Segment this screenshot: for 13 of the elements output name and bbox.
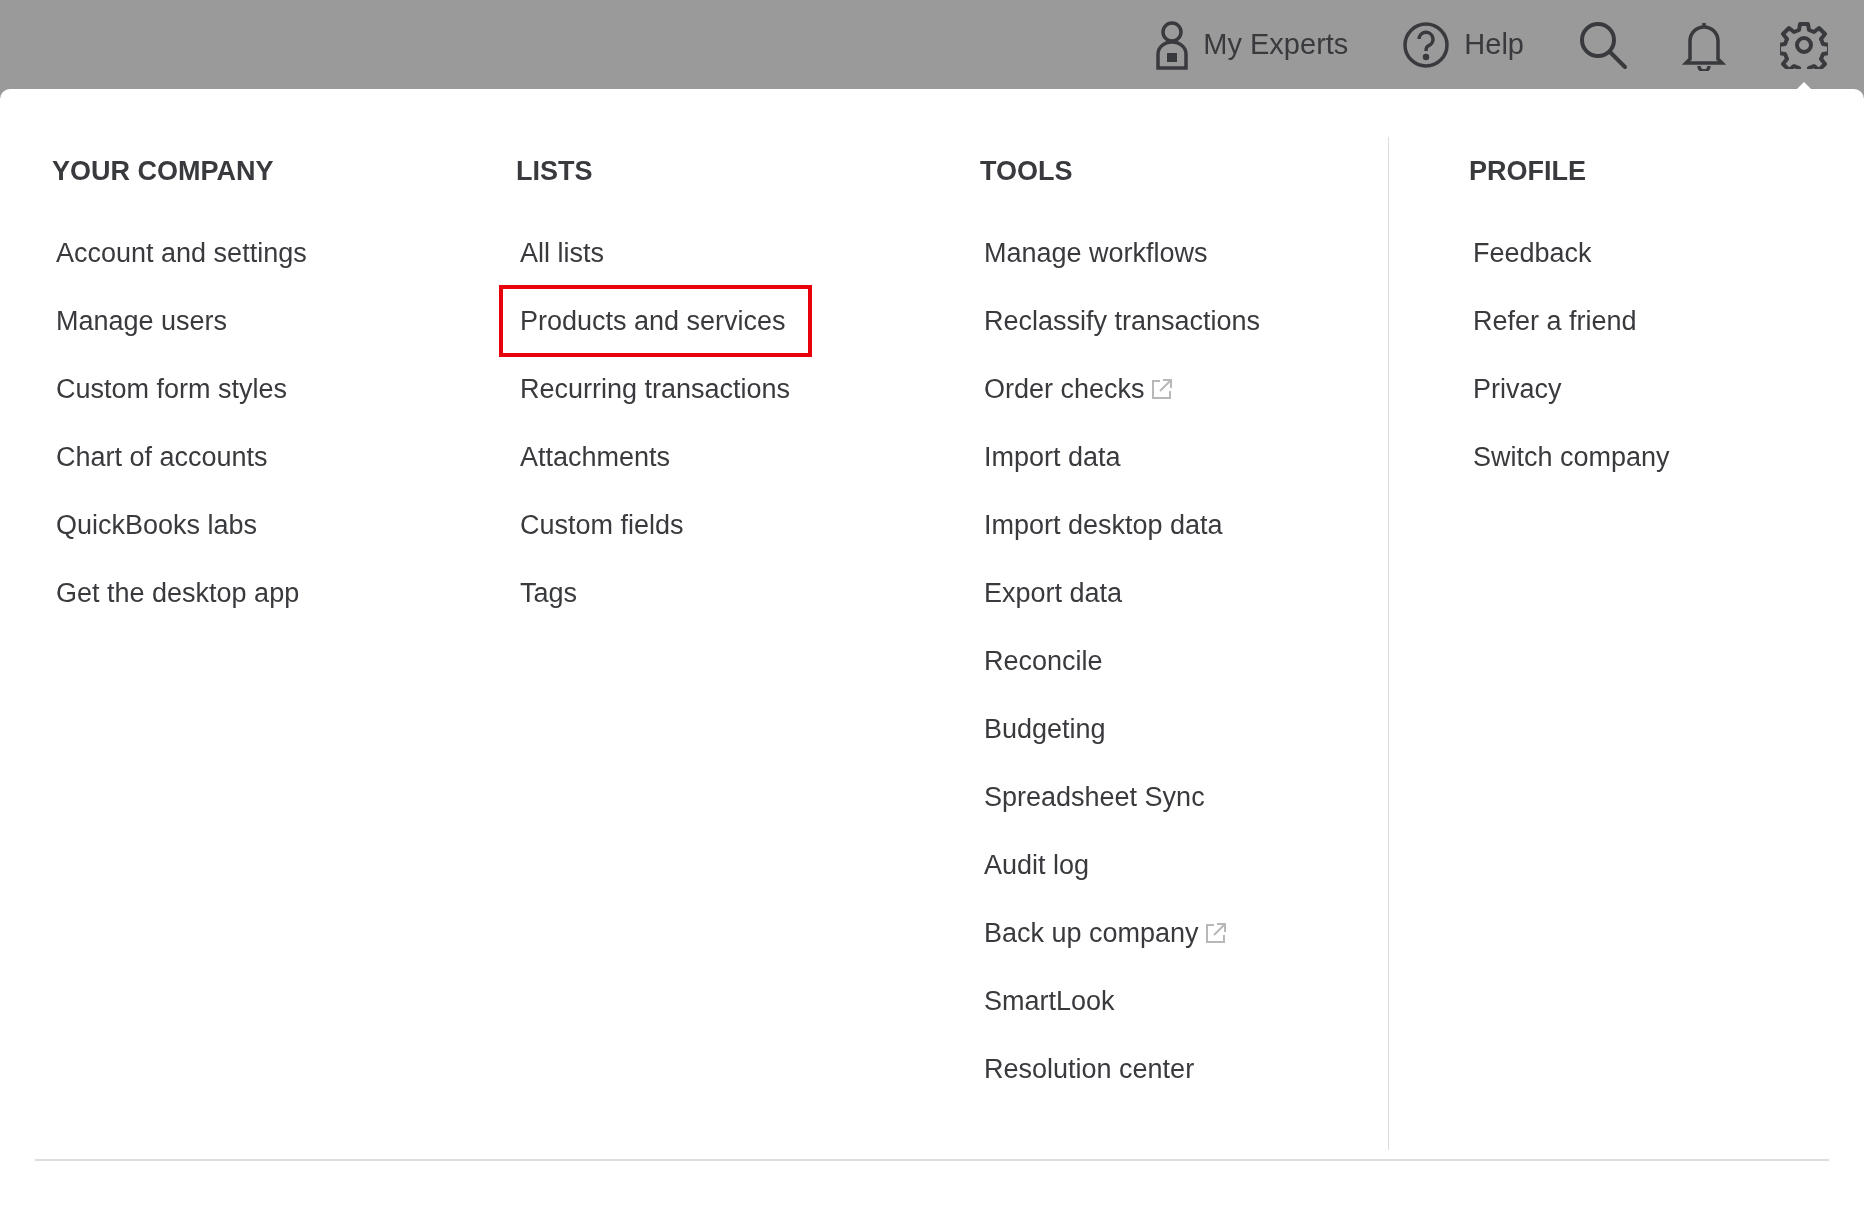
external-link-icon — [1150, 378, 1173, 400]
experts-link[interactable]: My Experts — [1155, 14, 1349, 75]
settings-icon[interactable] — [1780, 20, 1828, 69]
section-heading: LISTS — [516, 155, 593, 188]
menu-link[interactable]: Products and services — [499, 285, 812, 357]
person-lock-icon — [1155, 19, 1190, 70]
section-heading: TOOLS — [980, 155, 1073, 188]
search-icon[interactable] — [1578, 19, 1628, 70]
help-link[interactable]: Help — [1402, 14, 1524, 75]
external-link-icon — [1204, 922, 1227, 944]
section-heading: YOUR COMPANY — [52, 155, 274, 188]
help-icon — [1402, 20, 1451, 69]
section-heading: PROFILE — [1469, 155, 1586, 188]
